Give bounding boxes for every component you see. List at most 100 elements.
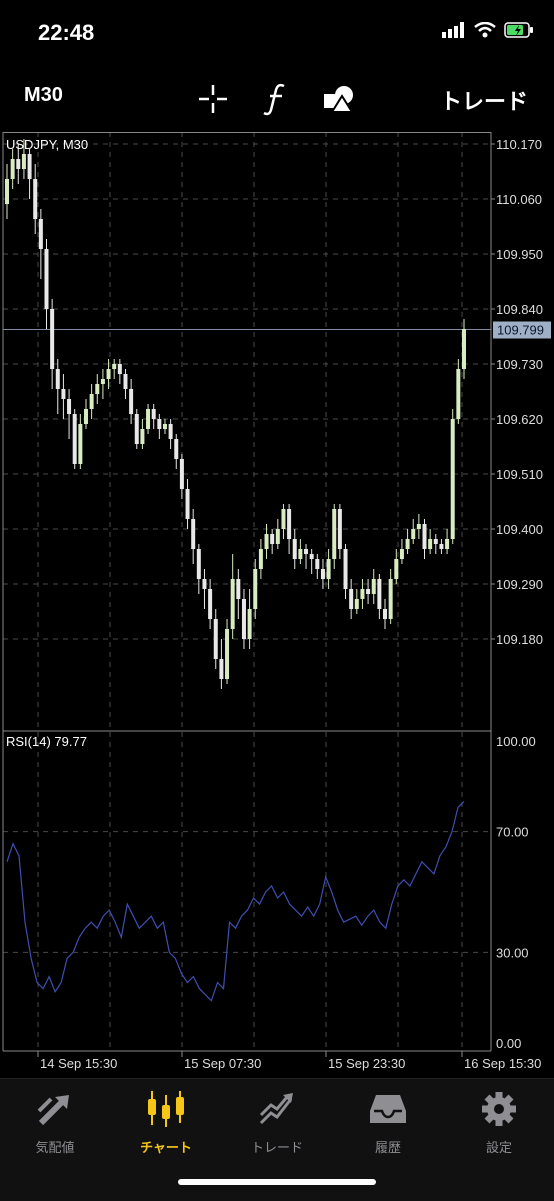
candle-body — [134, 414, 139, 444]
candle-body — [411, 529, 416, 539]
candle-body — [50, 309, 55, 369]
candle-body — [117, 364, 122, 374]
candle-body — [21, 154, 26, 169]
candle-body — [241, 599, 246, 639]
shapes-icon[interactable] — [322, 82, 356, 116]
candle-body — [304, 549, 309, 554]
candle-body — [179, 459, 184, 489]
candle-body — [112, 364, 117, 369]
chart-canvas[interactable]: 110.170 110.060 109.950 109.840 109.730 109.6… — [0, 132, 554, 1078]
candle-body — [157, 419, 162, 429]
history-icon — [370, 1095, 406, 1123]
candle-body — [202, 579, 207, 589]
tab-history-label: 履歴 — [374, 1140, 401, 1155]
price-tick-label: 109.840 — [496, 302, 543, 317]
candle-body — [416, 524, 421, 529]
candle-body — [100, 379, 105, 384]
tab-trade-label: トレード — [250, 1140, 303, 1155]
candle-body — [247, 609, 252, 639]
candle-body — [456, 369, 461, 419]
candle-body — [253, 569, 258, 609]
candle-body — [275, 529, 280, 544]
time-tick-label: 15 Sep 23:30 — [328, 1056, 405, 1071]
candle-body — [405, 539, 410, 549]
chart-title: USDJPY, M30 — [6, 137, 88, 152]
candle-body — [422, 524, 427, 549]
candle-body — [332, 509, 337, 559]
candle-body — [445, 539, 450, 549]
rsi-title: RSI(14) 79.77 — [6, 734, 87, 749]
timeframe-button[interactable]: M30 — [24, 84, 63, 107]
candle-body — [383, 609, 388, 619]
status-time: 22:48 — [38, 20, 95, 45]
candle-body — [281, 509, 286, 529]
function-icon[interactable] — [260, 82, 294, 116]
tab-quotes-label: 気配値 — [35, 1140, 75, 1155]
price-tick-label: 109.290 — [496, 577, 543, 592]
candle-body — [298, 549, 303, 559]
candle-body — [106, 369, 111, 379]
tab-history[interactable]: 履歴 — [333, 1089, 443, 1161]
home-indicator — [178, 1179, 376, 1185]
candle-body — [450, 419, 455, 539]
candle-body — [140, 429, 145, 444]
signal-icon — [442, 22, 464, 38]
rsi-tick-label: 70.00 — [496, 825, 529, 840]
candle-body — [326, 559, 331, 579]
candle-body — [225, 629, 230, 679]
candle-body — [360, 589, 365, 599]
current-price-label: 109.799 — [497, 323, 544, 338]
candle-body — [123, 374, 128, 389]
candle-body — [394, 559, 399, 579]
price-tick-label: 109.400 — [496, 522, 543, 537]
candle-body — [38, 219, 43, 249]
status-bar: 22:48 — [0, 0, 554, 70]
candle-body — [219, 659, 224, 679]
tab-trade[interactable]: トレード — [222, 1089, 332, 1161]
candle-body — [258, 549, 263, 569]
candle-body — [349, 589, 354, 609]
candle-body — [72, 414, 77, 464]
candle-body — [16, 159, 21, 169]
settings-icon — [482, 1092, 516, 1126]
tab-settings[interactable]: 設定 — [444, 1089, 554, 1161]
rsi-tick-label: 0.00 — [496, 1036, 521, 1051]
candle-body — [89, 394, 94, 409]
candle-body — [208, 589, 213, 619]
candle-body — [292, 539, 297, 559]
candle-body — [366, 589, 371, 594]
candle-body — [236, 579, 241, 599]
candle-body — [185, 489, 190, 519]
trade-button[interactable]: トレード — [440, 84, 528, 116]
tab-chart[interactable]: チャート — [111, 1089, 221, 1161]
candle-body — [315, 559, 320, 569]
price-tick-label: 109.950 — [496, 247, 543, 262]
price-tick-label: 109.180 — [496, 632, 543, 647]
crosshair-icon[interactable] — [196, 82, 230, 116]
tab-settings-label: 設定 — [485, 1140, 512, 1155]
candle-body — [270, 534, 275, 544]
time-tick-label: 16 Sep 15:30 — [464, 1056, 541, 1071]
price-tick-label: 109.730 — [496, 357, 543, 372]
candle-body — [213, 619, 218, 659]
candle-body — [162, 424, 167, 429]
candle-body — [129, 389, 134, 414]
candle-body — [388, 579, 393, 619]
candle-body — [61, 389, 66, 399]
price-tick-label: 110.060 — [496, 192, 542, 207]
quotes-icon — [37, 1095, 69, 1126]
time-tick-label: 15 Sep 07:30 — [184, 1056, 261, 1071]
tab-chart-label: チャート — [140, 1140, 192, 1155]
candle-body — [354, 599, 359, 609]
tab-quotes[interactable]: 気配値 — [0, 1089, 110, 1161]
price-tick-label: 109.510 — [496, 467, 543, 482]
chart-toolbar: M30 トレード — [0, 70, 554, 125]
candle-body — [196, 549, 201, 579]
rsi-tick-label: 30.00 — [496, 945, 529, 960]
time-tick-label: 14 Sep 15:30 — [40, 1056, 117, 1071]
candle-body — [287, 509, 292, 539]
status-icons — [442, 22, 534, 38]
candle-body — [83, 409, 88, 424]
candle-body — [230, 579, 235, 629]
chart-area[interactable]: 110.170 110.060 109.950 109.840 109.730 109.6… — [0, 132, 554, 1078]
